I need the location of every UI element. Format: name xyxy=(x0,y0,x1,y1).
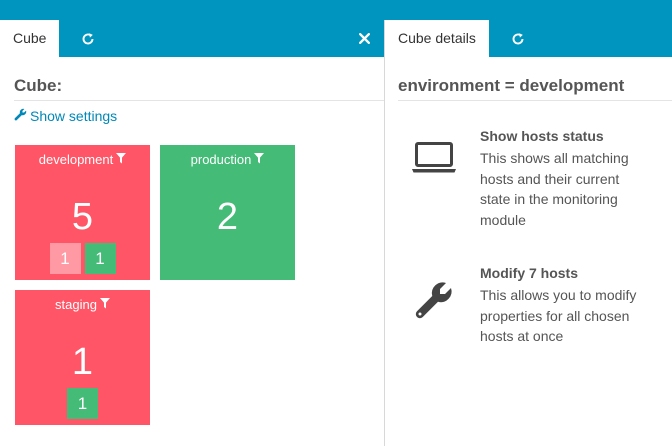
cube-badges: 1 xyxy=(15,388,150,419)
filter-icon[interactable] xyxy=(99,297,110,312)
tab-cube-label: Cube xyxy=(13,30,47,46)
cube-label: development xyxy=(38,152,114,167)
tab-cube-details-label: Cube details xyxy=(398,30,476,46)
filter-icon[interactable] xyxy=(116,152,127,167)
right-tab-bar: Cube details xyxy=(385,20,672,57)
show-settings-label: Show settings xyxy=(30,108,118,124)
action-description: This shows all matching hosts and their … xyxy=(480,150,629,228)
cube-count: 5 xyxy=(71,196,94,238)
cube-header: staging xyxy=(15,297,150,312)
cube-pane: Cube Cube: Show settings development 5 1… xyxy=(0,20,384,446)
laptop-icon xyxy=(409,133,459,183)
cube-production[interactable]: production 2 xyxy=(160,145,295,280)
cube-staging[interactable]: staging 1 1 xyxy=(15,290,150,425)
tab-cube[interactable]: Cube xyxy=(0,20,60,57)
close-icon[interactable] xyxy=(356,20,372,57)
cube-header: production xyxy=(160,152,295,167)
show-settings-link[interactable]: Show settings xyxy=(14,108,117,124)
badge-critical-handled[interactable]: 1 xyxy=(49,243,81,274)
details-title: environment = development xyxy=(398,76,672,101)
action-title: Show hosts status xyxy=(480,128,604,144)
top-bar xyxy=(0,0,672,20)
action-show-hosts-status[interactable]: Show hosts status This shows all matchin… xyxy=(385,128,672,228)
cube-badges: 1 1 xyxy=(15,243,150,274)
cube-header: development xyxy=(15,152,150,167)
wrench-icon xyxy=(409,275,459,325)
refresh-icon[interactable] xyxy=(506,20,530,57)
cube-count: 1 xyxy=(71,341,94,383)
action-title: Modify 7 hosts xyxy=(480,265,579,281)
badge-ok[interactable]: 1 xyxy=(67,388,98,419)
action-modify-hosts[interactable]: Modify 7 hosts This allows you to modify… xyxy=(385,265,672,365)
details-pane: Cube details environment = development S… xyxy=(385,20,672,446)
badge-ok[interactable]: 1 xyxy=(84,243,116,274)
cube-count: 2 xyxy=(216,196,239,238)
cube-label: production xyxy=(190,152,252,167)
filter-icon[interactable] xyxy=(254,152,265,167)
left-tab-bar: Cube xyxy=(0,20,384,57)
action-description: This allows you to modify properties for… xyxy=(480,287,637,344)
refresh-icon[interactable] xyxy=(76,20,100,57)
cube-development[interactable]: development 5 1 1 xyxy=(15,145,150,280)
tab-cube-details[interactable]: Cube details xyxy=(385,20,489,57)
cube-label: staging xyxy=(55,297,97,312)
page-title: Cube: xyxy=(14,76,384,101)
wrench-icon xyxy=(14,108,27,124)
